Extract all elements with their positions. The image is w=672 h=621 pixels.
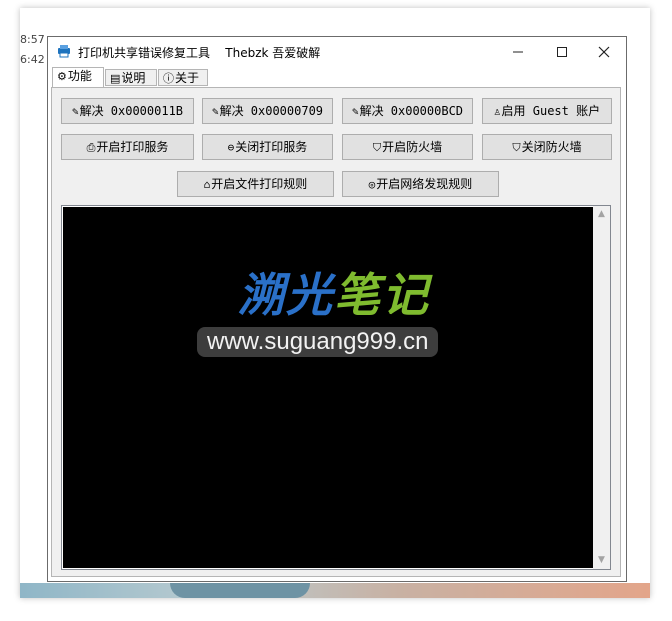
close-icon	[598, 46, 610, 58]
pencil-icon: ✎	[71, 105, 79, 118]
gear-icon: ⚙	[57, 70, 67, 83]
button-label: 解决 0x0000011B	[79, 104, 184, 118]
info-icon: ⓘ	[163, 72, 174, 85]
enable-file-print-rule-button[interactable]: ⌂开启文件打印规则	[177, 171, 334, 197]
enable-network-discovery-rule-button[interactable]: ◎开启网络发现规则	[342, 171, 499, 197]
minimize-button[interactable]	[496, 37, 540, 66]
document-icon: ▤	[110, 72, 121, 85]
tab-instructions[interactable]: ▤说明	[105, 69, 157, 86]
user-icon: ♙	[493, 105, 501, 118]
fix-0x00000709-button[interactable]: ✎解决 0x00000709	[202, 98, 333, 124]
enable-guest-button[interactable]: ♙启用 Guest 账户	[482, 98, 612, 124]
button-label: 开启文件打印规则	[211, 177, 308, 191]
functions-panel: ✎解决 0x0000011B ✎解决 0x00000709 ✎解决 0x0000…	[51, 87, 621, 577]
app-window: 打印机共享错误修复工具 Thebzk 吾爱破解 ⚙功能 ▤说明 ⓘ关于 ✎解决 …	[47, 36, 627, 582]
watermark-logo: 溯光笔记	[238, 268, 430, 322]
scroll-up-arrow-icon[interactable]: ▲	[593, 206, 610, 223]
tab-label: 说明	[121, 71, 146, 85]
scroll-down-arrow-icon[interactable]: ▼	[593, 552, 610, 569]
start-print-service-button[interactable]: ⎙开启打印服务	[61, 134, 194, 160]
tab-label: 功能	[67, 69, 92, 83]
button-label: 解决 0x00000BCD	[359, 104, 464, 118]
maximize-icon	[557, 47, 567, 57]
vertical-scrollbar[interactable]: ▲ ▼	[593, 206, 610, 569]
button-label: 开启防火墙	[382, 140, 443, 154]
button-label: 开启网络发现规则	[376, 177, 473, 191]
shield-icon: ⛉	[512, 141, 521, 154]
close-button[interactable]	[582, 37, 626, 66]
minus-circle-icon: ⊖	[227, 141, 235, 154]
shield-icon: ⛉	[372, 141, 382, 154]
enable-firewall-button[interactable]: ⛉开启防火墙	[342, 134, 473, 160]
printer-app-icon	[58, 45, 70, 58]
printer-icon: ⎙	[86, 141, 96, 154]
output-console[interactable]: 溯光笔记 www.suguang999.cn ▲ ▼	[61, 205, 611, 570]
folder-icon: ⌂	[203, 178, 211, 191]
tab-functions[interactable]: ⚙功能	[52, 67, 104, 87]
tab-label: 关于	[175, 71, 200, 85]
desktop-wallpaper-strip	[20, 583, 650, 598]
stop-print-service-button[interactable]: ⊖关闭打印服务	[202, 134, 333, 160]
button-label: 关闭防火墙	[521, 140, 582, 154]
fix-0x0000011b-button[interactable]: ✎解决 0x0000011B	[61, 98, 194, 124]
button-label: 解决 0x00000709	[219, 104, 324, 118]
button-label: 启用 Guest 账户	[501, 104, 601, 118]
console-output-area[interactable]: 溯光笔记 www.suguang999.cn	[63, 207, 594, 568]
fix-0x00000bcd-button[interactable]: ✎解决 0x00000BCD	[342, 98, 473, 124]
title-bar[interactable]: 打印机共享错误修复工具 Thebzk 吾爱破解	[48, 37, 626, 66]
globe-icon: ◎	[368, 178, 376, 191]
button-label: 关闭打印服务	[235, 140, 308, 154]
pencil-icon: ✎	[211, 105, 219, 118]
disable-firewall-button[interactable]: ⛉关闭防火墙	[482, 134, 612, 160]
maximize-button[interactable]	[540, 37, 584, 66]
tab-about[interactable]: ⓘ关于	[158, 69, 208, 86]
minimize-icon	[513, 51, 523, 53]
tab-strip: ⚙功能 ▤说明 ⓘ关于	[48, 66, 626, 88]
button-label: 开启打印服务	[96, 140, 169, 154]
window-title: 打印机共享错误修复工具 Thebzk 吾爱破解	[78, 46, 321, 60]
watermark-url: www.suguang999.cn	[197, 327, 439, 357]
pencil-icon: ✎	[351, 105, 359, 118]
